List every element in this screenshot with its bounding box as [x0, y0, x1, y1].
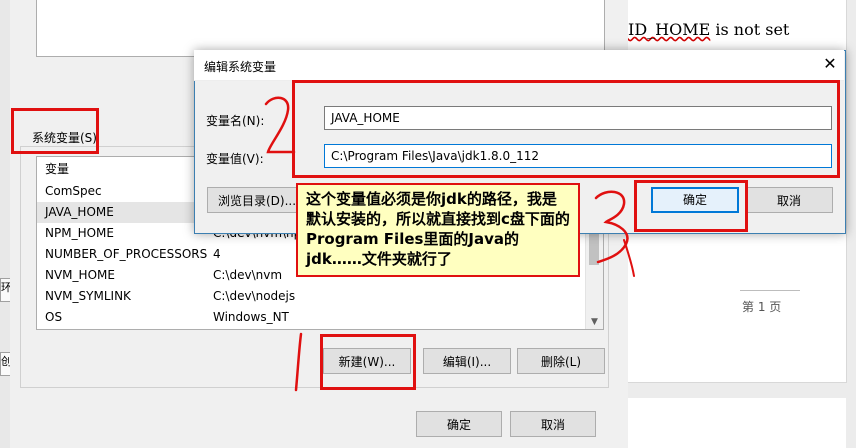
table-row[interactable]: OS Windows_NT — [37, 307, 585, 328]
document-text-misspelled: ID_HOME — [628, 20, 711, 39]
page-number: 第 1 页 — [742, 300, 782, 314]
step-marker-2-icon — [264, 96, 296, 154]
variable-name: ComSpec — [45, 184, 102, 198]
variable-value: C:\dev\nodejs — [213, 289, 296, 303]
annotation-note: 这个变量值必须是你jdk的路径，我是默认安装的，所以就直接找到c盘下面的Prog… — [296, 183, 580, 277]
variable-name: OS — [45, 310, 63, 324]
footer-divider — [740, 290, 800, 291]
annotation-box-ok — [634, 180, 748, 232]
env-ok-button[interactable]: 确定 — [416, 411, 502, 437]
variable-value-label: 变量值(V): — [206, 152, 264, 166]
annotation-box-system-vars — [11, 108, 99, 154]
variable-value: Windows_NT — [213, 310, 289, 324]
edit-cancel-button[interactable]: 取消 — [745, 187, 833, 213]
annotation-box-fields — [292, 80, 840, 178]
dialog-title: 编辑系统变量 — [204, 60, 277, 74]
variable-value: C:\dev\nvm — [213, 268, 283, 282]
browse-directory-button[interactable]: 浏览目录(D)... — [207, 187, 307, 213]
variable-name: JAVA_HOME — [45, 205, 114, 219]
dialog-titlebar[interactable] — [194, 50, 844, 81]
variable-name: NVM_SYMLINK — [45, 289, 131, 303]
env-cancel-button[interactable]: 取消 — [510, 411, 596, 437]
step-marker-1-icon — [294, 332, 303, 392]
document-next-page — [628, 398, 846, 448]
variable-name: NPM_HOME — [45, 226, 114, 240]
user-variables-list[interactable] — [36, 0, 605, 57]
variable-name: NVM_HOME — [45, 268, 115, 282]
document-text: ID_HOME is not set — [628, 20, 789, 39]
variable-value: 4 — [213, 247, 221, 261]
variable-name: NUMBER_OF_PROCESSORS — [45, 247, 208, 261]
variable-name-label: 变量名(N): — [206, 114, 265, 128]
column-header-variable[interactable]: 变量 — [45, 159, 69, 180]
edit-variable-button[interactable]: 编辑(I)... — [423, 348, 511, 374]
document-text-rest: is not set — [710, 20, 790, 39]
scroll-down-icon[interactable]: ▼ — [586, 315, 603, 329]
annotation-box-new — [320, 334, 416, 390]
close-icon[interactable]: ✕ — [818, 52, 842, 76]
step-marker-3-icon — [594, 190, 635, 277]
delete-variable-button[interactable]: 删除(L) — [517, 348, 605, 374]
table-row[interactable]: NVM_SYMLINK C:\dev\nodejs — [37, 286, 585, 307]
